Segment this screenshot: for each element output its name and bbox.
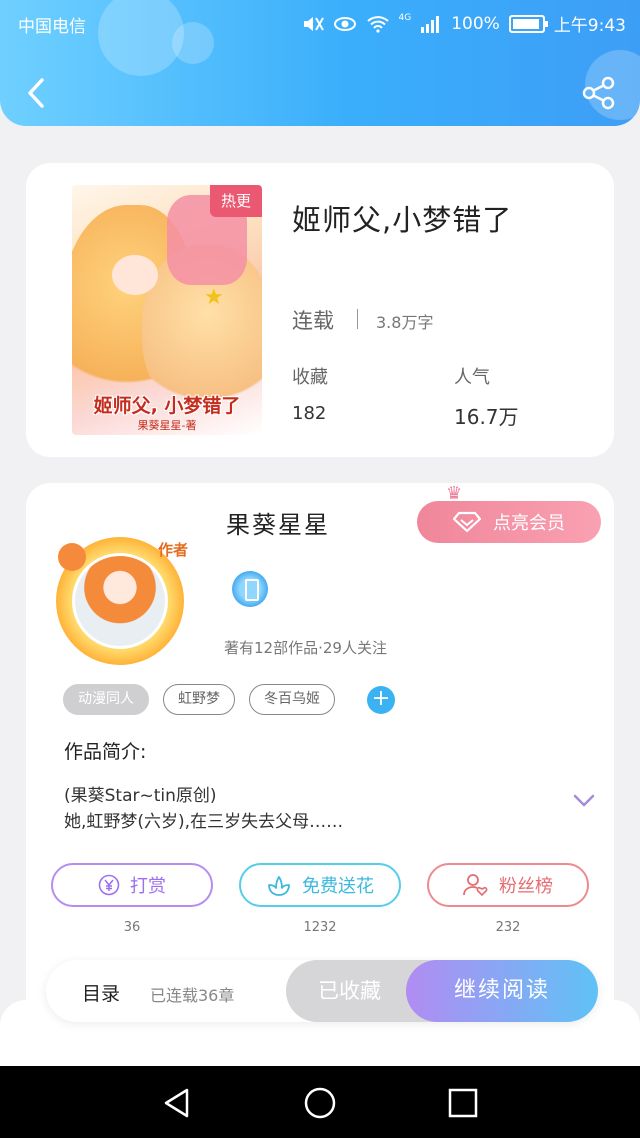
author-name[interactable]: 果葵星星	[226, 505, 330, 540]
send-flower-label: 免费送花	[302, 876, 374, 897]
yen-icon	[98, 874, 120, 896]
eye-icon	[333, 16, 356, 31]
read-bar: 目录 已连载36章 已收藏 继续阅读	[46, 960, 598, 1022]
clock: 上午9:43	[553, 16, 626, 36]
author-avatar[interactable]: 作者	[52, 531, 202, 665]
star-icon: ★	[204, 285, 224, 310]
intro-text: 她,虹野梦(六岁),在三岁失去父母……	[64, 812, 344, 832]
battery-icon	[508, 14, 548, 33]
popularity-label: 人气	[454, 367, 490, 388]
diamond-icon	[453, 511, 481, 533]
signal-icon	[421, 15, 440, 33]
word-count: 3.8万字	[376, 313, 434, 332]
cover-title: 姬师父, 小梦错了	[93, 395, 241, 417]
hot-badge: 热更	[210, 185, 262, 217]
tag-item[interactable]: 冬百乌姬	[249, 684, 335, 715]
book-title: 姬师父,小梦错了	[292, 203, 513, 237]
flower-count: 1232	[303, 920, 337, 935]
author-stats: 著有12部作品·29人关注	[224, 639, 387, 657]
cover-author: 果葵星星-著	[137, 419, 197, 432]
favorites-value: 182	[292, 403, 327, 424]
nav-home-icon[interactable]	[303, 1086, 337, 1120]
serial-status: 连载	[292, 309, 334, 333]
fruit-icon	[58, 543, 86, 571]
back-button[interactable]	[20, 74, 54, 112]
reward-button[interactable]: 打赏	[51, 863, 213, 907]
wifi-icon	[366, 15, 389, 33]
book-cover[interactable]: ★ 姬师父, 小梦错了 果葵星星-著	[72, 185, 262, 435]
intro-text: (果葵Star~tin原创)	[64, 786, 217, 806]
favorites-label: 收藏	[292, 367, 328, 388]
system-nav-bar	[0, 1066, 640, 1138]
reward-count: 36	[123, 920, 141, 935]
chapter-count[interactable]: 已连载36章	[150, 982, 234, 1006]
tag-item[interactable]: 动漫同人	[63, 684, 149, 715]
battery-percent: 100%	[451, 13, 500, 34]
status-bar: 中国电信 4G 100% 上午9:43	[0, 0, 640, 46]
user-heart-icon	[463, 874, 488, 897]
toc-button[interactable]: 目录	[82, 979, 120, 1006]
avatar	[72, 553, 168, 649]
nav-back-icon[interactable]	[160, 1086, 194, 1120]
add-tag-button[interactable]: +	[367, 685, 395, 714]
vip-button[interactable]: 点亮会员	[417, 501, 601, 543]
fans-count: 232	[495, 920, 521, 935]
chevron-down-icon[interactable]	[572, 793, 596, 809]
fans-ranking-label: 粉丝榜	[499, 876, 553, 897]
nav-recents-icon[interactable]	[446, 1086, 480, 1120]
network-type: 4G	[398, 12, 412, 23]
popularity-value: 16.7万	[454, 405, 519, 429]
tag-list: 动漫同人 虹野梦 冬百乌姬 +	[63, 684, 395, 715]
app-header: 中国电信 4G 100% 上午9:43	[0, 0, 640, 126]
reward-label: 打赏	[130, 876, 166, 897]
author-card: 作者 果葵星星 ♛ 点亮会员 著有12部作品·29人关注 动漫同人 虹野梦 冬百…	[26, 483, 614, 1023]
divider	[357, 309, 358, 329]
book-info-card: ★ 姬师父, 小梦错了 果葵星星-著 热更 姬师父,小梦错了 连载 3.8万字 …	[26, 163, 614, 457]
vip-button-label: 点亮会员	[493, 513, 565, 534]
mute-icon	[303, 16, 324, 31]
medal-icon[interactable]	[232, 571, 268, 607]
cover-art	[112, 255, 158, 295]
share-button[interactable]	[580, 74, 618, 112]
continue-reading-button[interactable]: 继续阅读	[406, 960, 598, 1022]
fans-ranking-button[interactable]: 粉丝榜	[427, 863, 589, 907]
send-flower-button[interactable]: 免费送花	[239, 863, 401, 907]
author-tag: 作者	[158, 541, 189, 559]
flower-icon	[268, 876, 290, 896]
tag-item[interactable]: 虹野梦	[163, 684, 235, 715]
intro-title: 作品简介:	[64, 741, 147, 763]
carrier-label: 中国电信	[18, 17, 86, 37]
status-icons: 4G 100% 上午9:43	[302, 11, 626, 36]
